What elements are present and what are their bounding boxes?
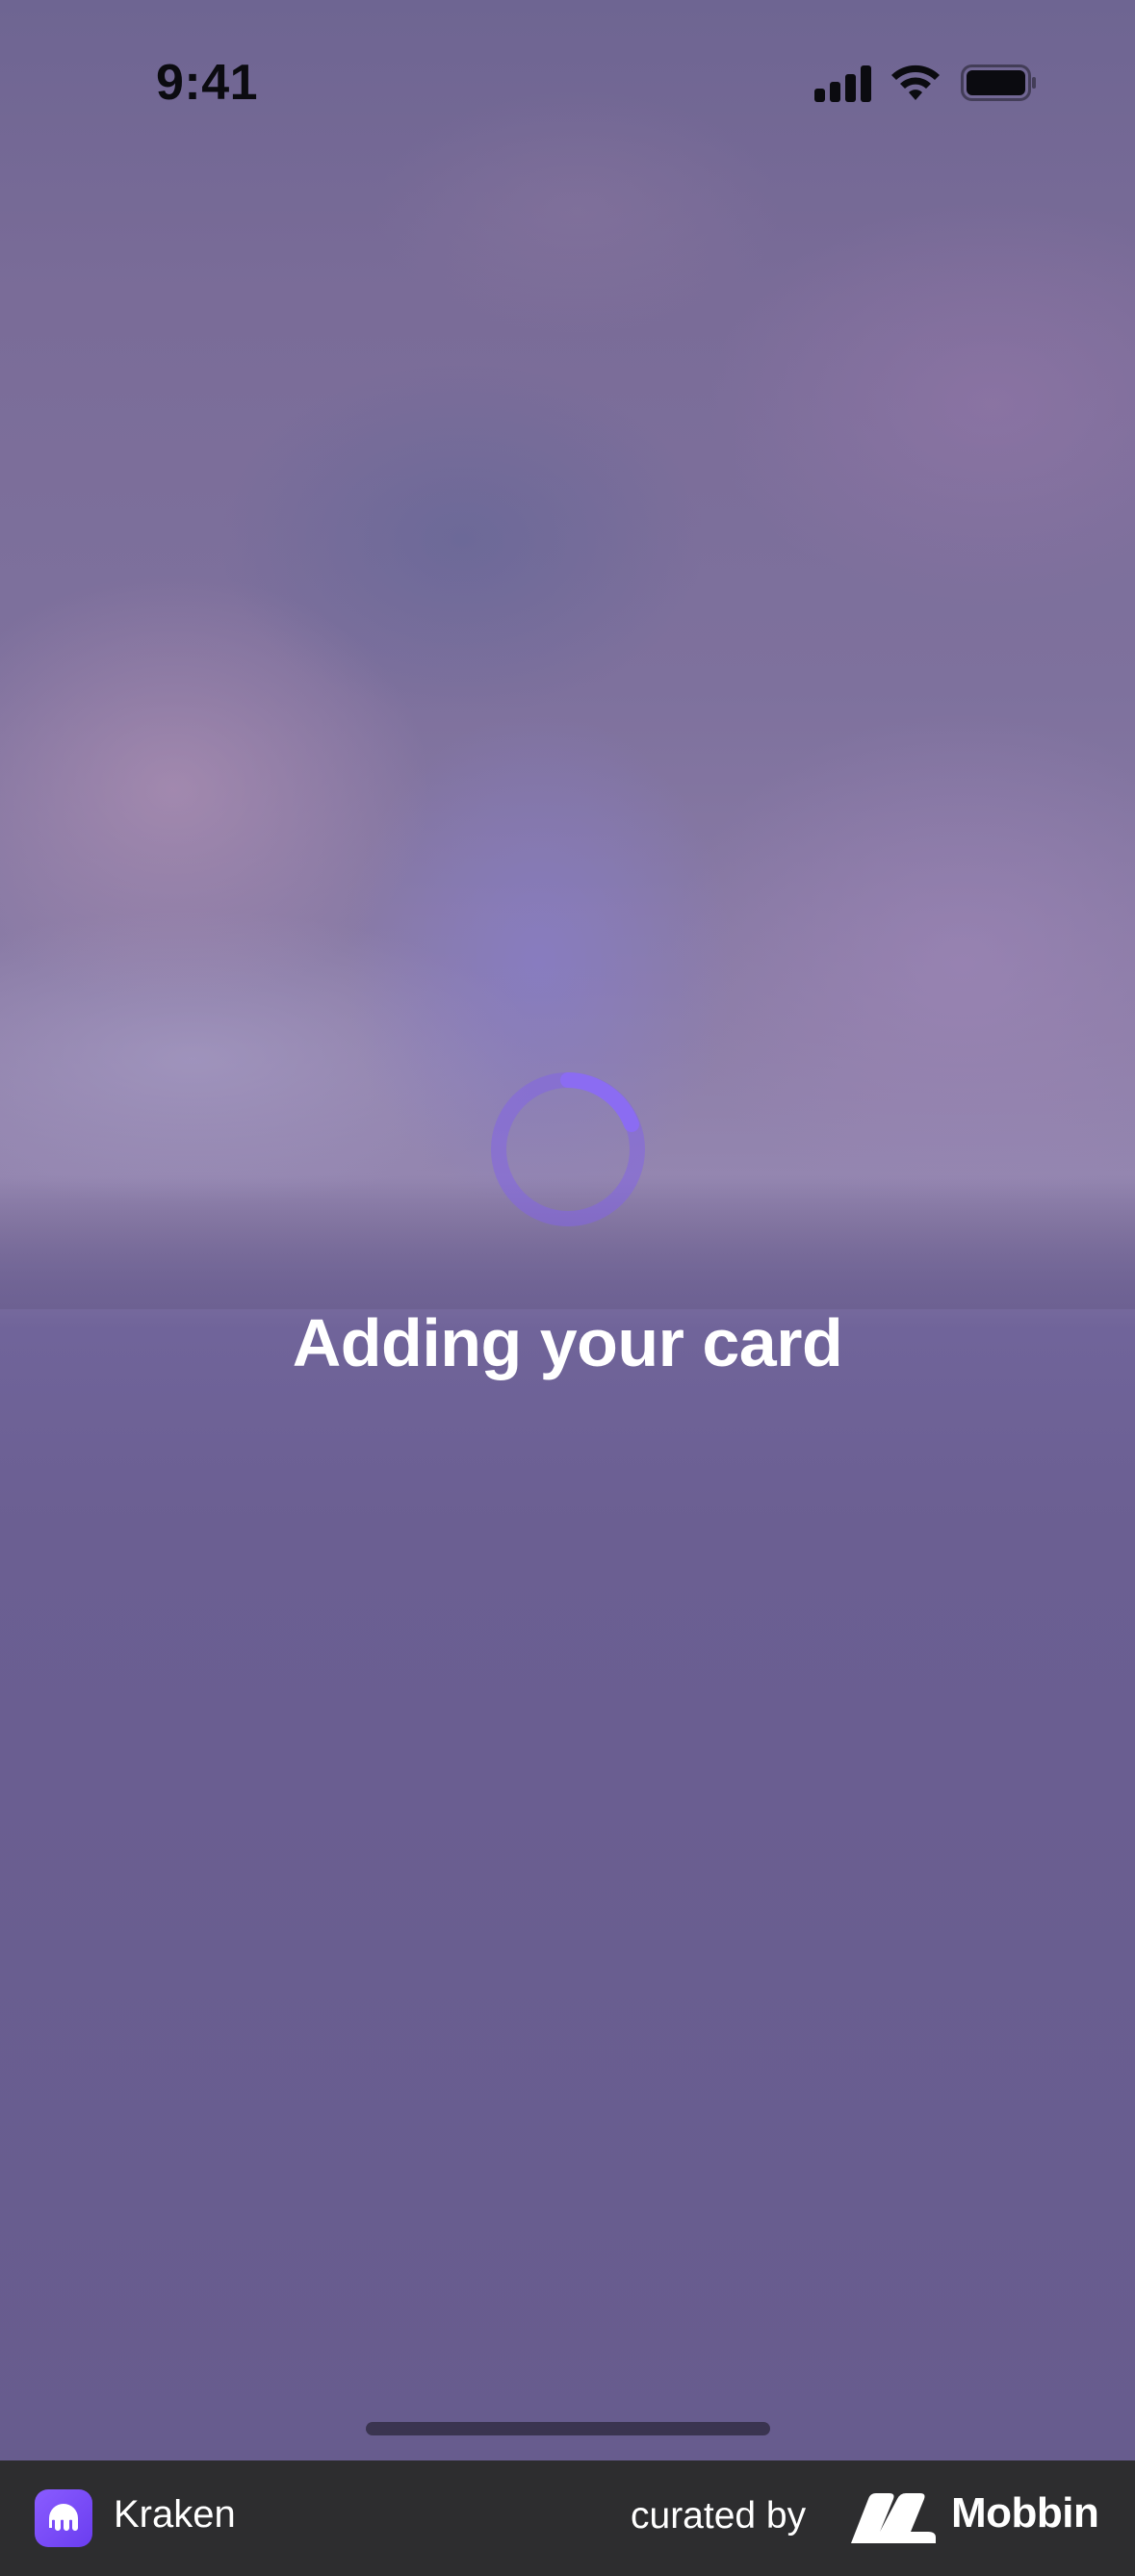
kraken-logo-icon: [35, 2489, 92, 2547]
wifi-icon: [891, 64, 940, 100]
home-indicator[interactable]: [366, 2422, 770, 2435]
attribution-footer: Kraken curated by Mobbin: [0, 2460, 1135, 2576]
loading-spinner-icon: [491, 1072, 645, 1226]
status-bar: 9:41: [0, 0, 1135, 164]
cellular-signal-icon: [814, 65, 872, 102]
brand-name: Mobbin: [951, 2489, 1099, 2537]
app-screen: 9:41 Adding your card: [0, 0, 1135, 2460]
mobbin-logo-icon: [851, 2493, 936, 2543]
battery-icon: [961, 64, 1036, 101]
page-title: Adding your card: [292, 1305, 843, 1380]
app-name: Kraken: [114, 2493, 236, 2536]
status-time: 9:41: [156, 55, 259, 111]
curated-by-label: curated by: [631, 2495, 807, 2537]
